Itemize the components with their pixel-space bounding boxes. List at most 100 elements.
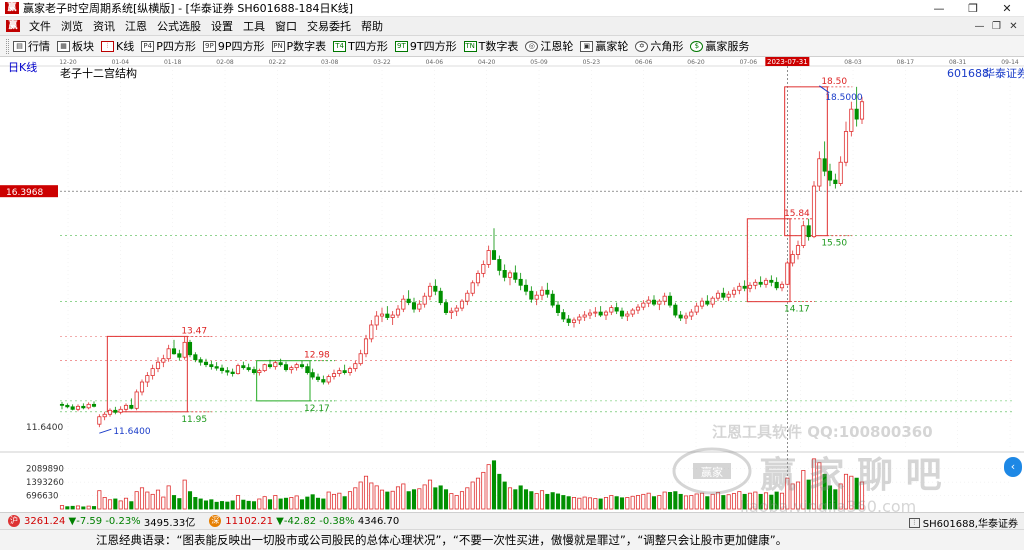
volume-bar [267,499,273,510]
menu-trade[interactable]: 交易委托 [302,18,356,34]
toolbar-service-label: 赢家服务 [705,40,750,53]
low-marker-pointer [99,428,112,434]
volume-bar [641,493,646,510]
mdi-restore-button[interactable]: ❐ [988,21,1005,32]
candle-body [235,365,241,374]
status-stock-code[interactable]: ⫶ SH601688,华泰证券 [908,515,1018,530]
volume-bar [347,491,353,510]
toolbar-p-square-button[interactable]: P4 P四方形 [141,38,196,54]
date-tick-label: 09-14 [1001,59,1019,66]
volume-bar [673,491,678,510]
minimize-button[interactable]: — [922,0,956,17]
candle-body [129,404,134,409]
date-tick-label: 06-20 [687,59,705,66]
candle-body [854,108,859,120]
toolbar-t-square-label: T四方形 [348,40,388,53]
candle-body [198,359,203,363]
candle-body [219,367,225,372]
volume-bar [614,496,619,510]
volume-bar [694,493,699,510]
toolbar-service-button[interactable]: $ 赢家服务 [690,38,749,54]
watermark-text-line3: liaoba.yingjia360.com [740,497,916,512]
crosshair-price-label: 16.3968 [6,188,43,198]
toolbar-sector-button[interactable]: ▦ 板块 [57,38,94,54]
t-square-icon: T4 [333,40,347,52]
sz-index-pct: -0.38% [319,515,355,527]
candle-body [710,297,715,305]
candle-body [561,312,566,320]
volume-bar [491,460,497,510]
box-high-label: 13.47 [181,326,207,336]
volume-tick-label: 2089890 [26,465,64,475]
volume-bar [465,487,470,510]
volume-bar [107,499,113,510]
candle-body [481,264,486,274]
toolbar-gann-wheel-button[interactable]: ◎ 江恩轮 [525,38,573,54]
date-tick-label: 08-03 [844,59,862,66]
toolbar-t-table-button[interactable]: TN T数字表 [463,38,518,54]
candle-body [299,364,305,368]
toolbar-grip[interactable] [6,38,9,54]
candle-body [91,403,97,407]
menu-settings[interactable]: 设置 [206,18,238,34]
candle-body [422,295,427,305]
menu-help[interactable]: 帮助 [356,18,388,34]
toolbar-p-table-button[interactable]: PN P数字表 [271,38,326,54]
volume-bar [198,498,203,510]
toolbar-9t-square-button[interactable]: 9T 9T四方形 [394,38,457,54]
sz-index-value: 11102.21 [225,515,273,527]
candle-body [406,298,411,304]
menu-window[interactable]: 窗口 [270,18,302,34]
candle-body [411,302,417,310]
candle-body [459,300,465,309]
kline-chart-svg[interactable]: 16.3968 12-20 01-04 01-18 02-08 02-22 03-08 03… [0,57,1024,516]
close-button[interactable]: ✕ [990,0,1024,17]
menu-tools[interactable]: 工具 [238,18,270,34]
volume-bar [507,487,513,510]
volume-bar [699,492,705,510]
app-logo-icon: 赢 [5,2,19,14]
chart-scroll-button[interactable]: ‹ [1004,457,1022,477]
toolbar-hexagon-label: 六角形 [650,40,684,53]
toolbar-quote-button[interactable]: ▤ 行情 [13,38,50,54]
menu-formula-screen[interactable]: 公式选股 [152,18,206,34]
menu-browse[interactable]: 浏览 [56,18,88,34]
volume-bar [635,495,641,510]
kline-chart-area[interactable]: 16.3968 12-20 01-04 01-18 02-08 02-22 03-08 03… [0,57,1024,516]
candle-body [545,289,550,295]
menu-gann[interactable]: 江恩 [120,18,152,34]
candle-body [86,403,91,409]
menu-info[interactable]: 资讯 [88,18,120,34]
candle-body [257,370,262,373]
p-table-icon: PN [271,40,285,52]
toolbar-winner-wheel-button[interactable]: ▣ 赢家轮 [580,38,628,54]
mdi-minimize-button[interactable]: — [971,21,988,32]
candle-body [433,285,438,292]
candle-body [705,300,710,305]
restore-button[interactable]: ❐ [956,0,990,17]
candle-body [193,354,198,361]
candle-body [113,409,118,413]
menu-file[interactable]: 文件 [24,18,56,34]
candle-body [790,254,795,264]
candle-body [65,404,70,408]
volume-bar [379,489,385,510]
period-label[interactable]: 日K线 [8,60,37,74]
watermark-text-line1: 江恩工具软件 QQ:100800360 [712,423,933,441]
date-tick-label: 02-08 [216,59,234,66]
sh-index-change: ▼-7.59 [68,515,103,527]
volume-bar [433,487,438,510]
toolbar-9p-square-button[interactable]: 9P 9P四方形 [202,38,265,54]
candle-body [465,292,470,302]
volume-bar [273,495,278,510]
status-stock-label: SH601688,华泰证券 [922,519,1018,530]
volume-bar [582,496,587,510]
candle-body [625,313,630,317]
candle-body [838,161,843,184]
mdi-close-button[interactable]: ✕ [1005,21,1022,32]
toolbar-t-square-button[interactable]: T4 T四方形 [333,38,388,54]
volume-bar [603,497,609,510]
toolbar-kline-button[interactable]: ⫶ K线 [101,38,134,54]
toolbar-hexagon-button[interactable]: ✡ 六角形 [635,38,683,54]
volume-bar [571,497,577,510]
